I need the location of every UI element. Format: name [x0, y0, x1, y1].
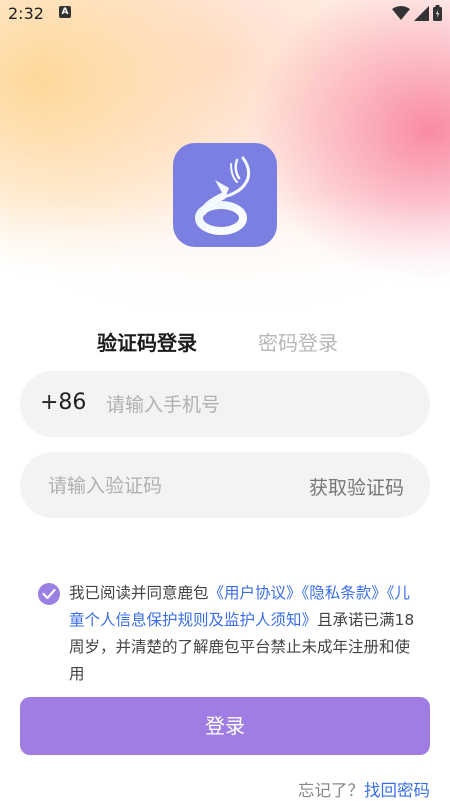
login-button[interactable]: 登录	[20, 697, 430, 755]
recover-password-link[interactable]: 找回密码	[364, 781, 430, 800]
agreement-text: 我已阅读并同意鹿包《用户协议》《隐私条款》《儿童个人信息保护规则及监护人须知》且…	[38, 580, 418, 688]
tab-sms-login[interactable]: 验证码登录	[97, 327, 197, 356]
status-bar: 2:32 A	[0, 0, 450, 28]
app-logo	[173, 143, 277, 247]
country-code[interactable]: +86	[40, 390, 86, 415]
privacy-terms-link[interactable]: 《隐私条款》	[302, 584, 387, 602]
footer: 忘记了？找回密码	[298, 777, 430, 801]
agreement-checkbox[interactable]	[38, 583, 60, 605]
phone-input[interactable]	[104, 389, 408, 421]
code-field: 获取验证码	[20, 452, 430, 518]
notification-a-icon: A	[59, 6, 71, 18]
tab-password-login[interactable]: 密码登录	[258, 327, 338, 356]
wifi-icon	[392, 5, 410, 20]
status-time: 2:32	[8, 4, 44, 23]
deer-logo-icon	[195, 156, 251, 235]
agreement: 我已阅读并同意鹿包《用户协议》《隐私条款》《儿童个人信息保护规则及监护人须知》且…	[38, 580, 418, 688]
phone-field: +86	[20, 371, 430, 437]
login-tabs: 验证码登录 密码登录	[0, 327, 450, 357]
battery-icon	[433, 5, 442, 21]
user-agreement-link[interactable]: 《用户协议》	[209, 584, 302, 602]
verification-code-input[interactable]	[46, 470, 280, 502]
agreement-prefix: 我已阅读并同意鹿包	[69, 584, 209, 602]
forgot-text: 忘记了？	[298, 781, 364, 800]
status-icons	[392, 5, 442, 21]
get-code-button[interactable]: 获取验证码	[309, 473, 404, 500]
checkmark-icon	[42, 588, 56, 600]
signal-icon	[414, 5, 429, 21]
